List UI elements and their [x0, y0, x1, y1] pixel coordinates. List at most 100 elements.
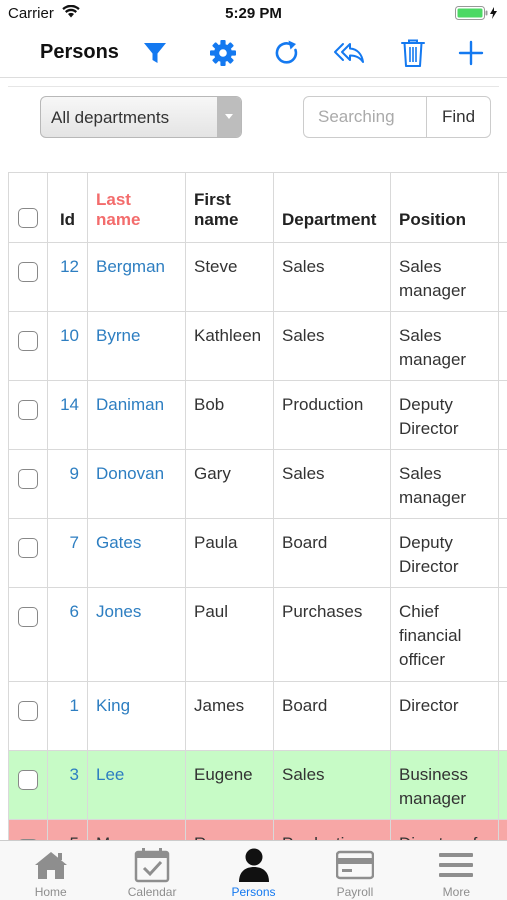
tab-payroll[interactable]: Payroll — [304, 841, 405, 900]
table-row[interactable]: 7 Gates Paula Board Deputy Director — [8, 518, 507, 588]
cell-last-name-link[interactable]: Donovan — [87, 449, 186, 519]
cell-id: 14 — [47, 380, 88, 450]
cell-position: Deputy Director — [390, 380, 499, 450]
cell-first-name: Eugene — [185, 750, 274, 820]
cell-last-name-link[interactable]: King — [87, 681, 186, 751]
tab-more[interactable]: More — [406, 841, 507, 900]
header-position[interactable]: Position — [390, 172, 499, 243]
table-row[interactable]: 6 Jones Paul Purchases Chief financial o… — [8, 587, 507, 682]
table-row[interactable]: 9 Donovan Gary Sales Sales manager — [8, 449, 507, 519]
tab-persons[interactable]: Persons — [203, 841, 304, 900]
cell-first-name: James — [185, 681, 274, 751]
cell-id: 1 — [47, 681, 88, 751]
person-icon — [237, 847, 271, 883]
table-row[interactable]: 3 Lee Eugene Sales Business manager — [8, 750, 507, 820]
table-row[interactable]: 12 Bergman Steve Sales Sales manager — [8, 242, 507, 312]
cell-last-name-link[interactable]: M — [87, 819, 186, 840]
row-checkbox[interactable] — [18, 769, 38, 790]
header-department[interactable]: Department — [273, 172, 391, 243]
refresh-icon[interactable] — [270, 36, 304, 70]
cell-position: Deputy Director — [390, 518, 499, 588]
table-row[interactable]: 14 Daniman Bob Production Deputy Directo… — [8, 380, 507, 450]
cell-first-name: Steve — [185, 242, 274, 312]
header-extra — [498, 172, 507, 243]
cell-department: Production — [273, 380, 391, 450]
cell-last-name-link[interactable]: Bergman — [87, 242, 186, 312]
search-input[interactable] — [303, 96, 427, 138]
row-select-cell — [8, 380, 48, 450]
cell-department: Sales — [273, 242, 391, 312]
trash-icon[interactable] — [396, 36, 430, 70]
cell-first-name: Bob — [185, 380, 274, 450]
plus-icon[interactable] — [454, 36, 488, 70]
row-select-cell — [8, 819, 48, 840]
filter-icon[interactable] — [138, 36, 172, 70]
cell-id: 7 — [47, 518, 88, 588]
cell-extra — [498, 587, 507, 682]
select-all-cell — [8, 172, 48, 243]
cell-extra — [498, 380, 507, 450]
cell-last-name-link[interactable]: Daniman — [87, 380, 186, 450]
cell-department: Sales — [273, 449, 391, 519]
find-button[interactable]: Find — [426, 96, 491, 138]
tab-calendar[interactable]: Calendar — [101, 841, 202, 900]
cell-id: 5 — [47, 819, 88, 840]
cell-last-name-link[interactable]: Jones — [87, 587, 186, 682]
calendar-icon — [134, 847, 170, 883]
reply-all-icon[interactable] — [332, 36, 366, 70]
table-row[interactable]: 10 Byrne Kathleen Sales Sales manager — [8, 311, 507, 381]
credit-card-icon — [335, 847, 374, 883]
row-checkbox[interactable] — [18, 330, 38, 351]
header-last-name[interactable]: Last name — [87, 172, 186, 243]
row-checkbox[interactable] — [18, 606, 38, 627]
department-select-value: All departments — [51, 108, 170, 127]
clock: 5:29 PM — [225, 5, 282, 22]
tab-label: Persons — [231, 885, 276, 899]
gear-icon[interactable] — [206, 36, 240, 70]
cell-first-name: Paula — [185, 518, 274, 588]
row-select-cell — [8, 587, 48, 682]
row-select-cell — [8, 242, 48, 312]
cell-first-name: Paul — [185, 587, 274, 682]
select-all-checkbox[interactable] — [18, 208, 38, 228]
menu-icon — [438, 847, 474, 883]
filter-bar: All departments Find — [0, 80, 507, 160]
divider — [8, 86, 499, 87]
cell-department: Purchases — [273, 587, 391, 682]
header-first-name[interactable]: First name — [185, 172, 274, 243]
cell-first-name: R — [185, 819, 274, 840]
cell-position: Sales manager — [390, 449, 499, 519]
row-select-cell — [8, 311, 48, 381]
cell-first-name: Gary — [185, 449, 274, 519]
row-checkbox[interactable] — [18, 261, 38, 282]
cell-position: Sales manager — [390, 242, 499, 312]
cell-extra — [498, 242, 507, 312]
row-checkbox[interactable] — [18, 468, 38, 489]
cell-last-name-link[interactable]: Lee — [87, 750, 186, 820]
chevron-down-icon[interactable] — [217, 97, 241, 137]
table-row[interactable]: 5 M R Production Director of — [8, 819, 507, 840]
cell-id: 3 — [47, 750, 88, 820]
tab-home[interactable]: Home — [0, 841, 101, 900]
tab-bar: Home Calendar Persons Payroll More — [0, 840, 507, 900]
cell-id: 9 — [47, 449, 88, 519]
table-row[interactable]: 1 King James Board Director — [8, 681, 507, 751]
cell-department: Sales — [273, 311, 391, 381]
row-checkbox[interactable] — [18, 700, 38, 721]
cell-department: Sales — [273, 750, 391, 820]
cell-department: Board — [273, 681, 391, 751]
row-select-cell — [8, 681, 48, 751]
table-header-row: Id Last name First name Department Posit… — [8, 172, 507, 243]
department-select[interactable]: All departments — [40, 96, 242, 138]
cell-id: 10 — [47, 311, 88, 381]
header-id[interactable]: Id — [47, 172, 88, 243]
cell-department: Production — [273, 819, 391, 840]
tab-label: Home — [34, 885, 67, 899]
cell-position: Business manager — [390, 750, 499, 820]
row-checkbox[interactable] — [18, 399, 38, 420]
row-checkbox[interactable] — [18, 537, 38, 558]
cell-position: Director — [390, 681, 499, 751]
cell-last-name-link[interactable]: Byrne — [87, 311, 186, 381]
tab-label: Payroll — [336, 885, 374, 899]
cell-last-name-link[interactable]: Gates — [87, 518, 186, 588]
